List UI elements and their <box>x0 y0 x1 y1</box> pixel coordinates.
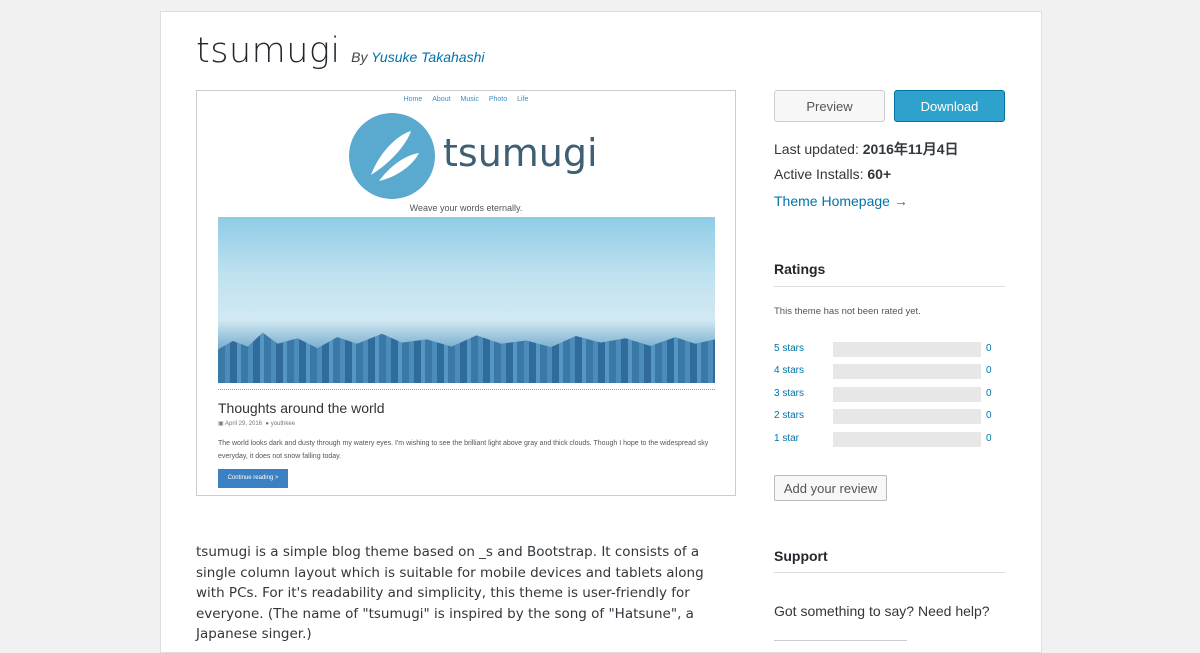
active-installs-label: Active Installs: <box>774 166 864 182</box>
screenshot-nav-item: Home <box>403 96 423 103</box>
rating-bar <box>833 364 981 379</box>
screenshot-post-author: youthkee <box>270 421 296 427</box>
screenshot-post-title: Thoughts around the world <box>218 400 385 416</box>
theme-screenshot: Home About Music Photo Life tsumugi Weave yo… <box>196 90 736 496</box>
active-installs-value: 60+ <box>867 166 892 182</box>
screenshot-nav: Home About Music Photo Life <box>197 96 735 103</box>
theme-title: tsumugi <box>196 31 341 71</box>
ratings-title: Ratings <box>774 261 826 277</box>
user-icon: ● <box>265 421 270 427</box>
download-button[interactable]: Download <box>894 90 1005 122</box>
screenshot-post-meta: ▣ April 29, 2016 ● youthkee <box>218 420 295 427</box>
byline: By Yusuke Takahashi <box>351 49 484 65</box>
last-updated-label: Last updated: <box>774 141 859 157</box>
screenshot-nav-item: Photo <box>488 96 508 103</box>
rating-row-3[interactable]: 3 stars 0 <box>774 387 1005 402</box>
rating-label[interactable]: 3 stars <box>774 388 804 399</box>
screenshot-nav-item: Music <box>460 96 479 103</box>
rating-count[interactable]: 0 <box>986 433 992 444</box>
not-rated-text: This theme has not been rated yet. <box>774 306 921 317</box>
screenshot-continue-button: Continue reading > <box>218 469 288 488</box>
last-updated: Last updated: 2016年11月4日 <box>774 139 958 159</box>
city-skyline <box>218 332 715 383</box>
theme-description: tsumugi is a simple blog theme based on … <box>196 544 704 642</box>
support-divider <box>774 572 1005 573</box>
screenshot-post-date: April 29, 2016 <box>225 421 263 427</box>
title-row: tsumugi By Yusuke Takahashi <box>196 31 484 71</box>
rating-row-4[interactable]: 4 stars 0 <box>774 364 1005 379</box>
rating-bar <box>833 409 981 424</box>
preview-button[interactable]: Preview <box>774 90 885 122</box>
rating-label[interactable]: 2 stars <box>774 410 804 421</box>
author-link[interactable]: Yusuke Takahashi <box>371 49 484 65</box>
screenshot-tagline: Weave your words eternally. <box>409 203 523 213</box>
screenshot-logo-text: tsumugi <box>443 131 598 175</box>
last-updated-value: 2016年11月4日 <box>862 141 959 157</box>
active-installs: Active Installs: 60+ <box>774 166 891 182</box>
screenshot-post-body: The world looks dark and dusty through m… <box>218 440 709 460</box>
rating-count[interactable]: 0 <box>986 410 992 421</box>
rating-row-1[interactable]: 1 star 0 <box>774 432 1005 447</box>
add-review-button[interactable]: Add your review <box>774 475 887 501</box>
feather-logo-icon <box>349 113 435 199</box>
support-text: Got something to say? Need help? <box>774 603 990 619</box>
rating-count[interactable]: 0 <box>986 388 992 399</box>
screenshot-nav-item: Life <box>517 96 529 103</box>
rating-label[interactable]: 5 stars <box>774 343 804 354</box>
calendar-icon: ▣ <box>218 421 224 427</box>
rating-count[interactable]: 0 <box>986 365 992 376</box>
byline-prefix: By <box>351 49 368 65</box>
ratings-divider <box>774 286 1005 287</box>
rating-label[interactable]: 4 stars <box>774 365 804 376</box>
support-title: Support <box>774 548 828 564</box>
support-button-edge <box>774 640 907 641</box>
rating-count[interactable]: 0 <box>986 343 992 354</box>
rating-bar <box>833 432 981 447</box>
rating-bar <box>833 342 981 357</box>
screenshot-nav-item: About <box>432 96 451 103</box>
theme-homepage-link[interactable]: Theme Homepage → <box>774 193 908 209</box>
rating-bar <box>833 387 981 402</box>
theme-card: tsumugi By Yusuke Takahashi Home About Mus… <box>160 11 1042 653</box>
hero-image <box>218 217 715 383</box>
rating-label[interactable]: 1 star <box>774 433 799 444</box>
rating-row-5[interactable]: 5 stars 0 <box>774 342 1005 357</box>
dotted-divider <box>218 389 715 390</box>
rating-row-2[interactable]: 2 stars 0 <box>774 409 1005 424</box>
